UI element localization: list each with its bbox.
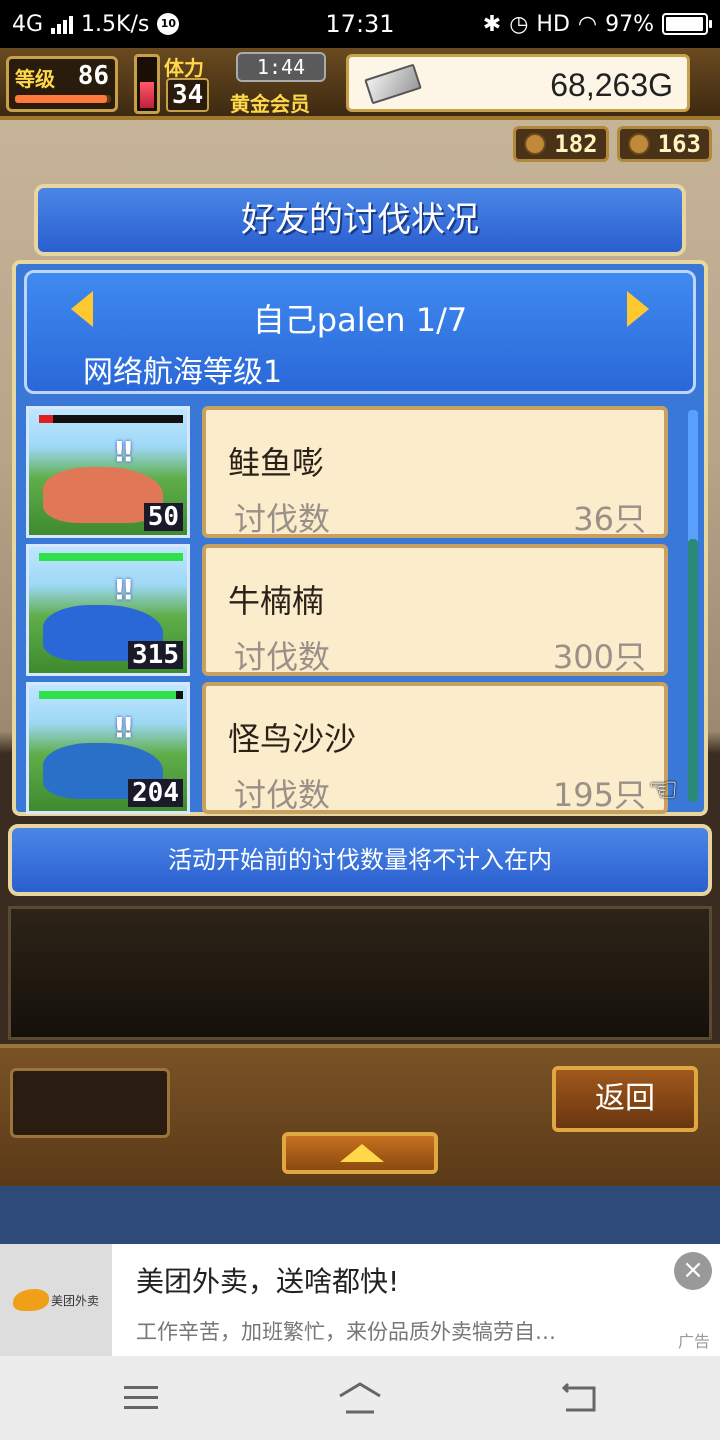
stamina-value: 34 xyxy=(166,78,210,112)
monster-hp-bar xyxy=(39,553,183,561)
back-button[interactable]: 返回 xyxy=(552,1066,698,1132)
membership-label: 黄金会员 xyxy=(230,92,310,116)
monster-hp-bar xyxy=(39,691,183,699)
friend-hunt-panel: 自己palen 1/7 网络航海等级1 ‼ 50 鲑鱼嘭 讨伐数 36只 ‼ 3… xyxy=(12,260,708,816)
wifi-icon: ◠ xyxy=(577,11,598,37)
battery-icon xyxy=(662,13,712,35)
monster-card[interactable]: 怪鸟沙沙 讨伐数 195只 xyxy=(202,682,668,814)
system-nav-bar xyxy=(0,1356,720,1440)
bottom-bar: 返回 xyxy=(0,1044,720,1186)
notification-badge: 10 xyxy=(157,13,180,35)
resource-2: 163 xyxy=(616,126,712,162)
hd-indicator: HD xyxy=(536,11,570,37)
info-note: 活动开始前的讨伐数量将不计入在内 xyxy=(8,824,712,896)
monster-level: 50 xyxy=(143,503,183,531)
resource-2-value: 163 xyxy=(657,130,701,158)
empty-message-area xyxy=(8,906,712,1040)
hunt-count-label: 讨伐数 xyxy=(234,776,331,814)
bluetooth-icon: ✱ xyxy=(482,11,502,37)
monster-name: 怪鸟沙沙 xyxy=(228,720,357,758)
network-rank: 网络航海等级1 xyxy=(83,355,283,390)
game-screen: 等级 86 体力 34 1:44 黄金会员 68,263G 182 163 好友… xyxy=(0,48,720,1186)
monster-thumbnail: ‼ 315 xyxy=(26,544,190,676)
stamina-label: 体力 xyxy=(164,56,204,80)
signal-icon xyxy=(51,14,74,34)
ad-description[interactable]: 工作辛苦，加班繁忙，来份品质外卖犒劳自… xyxy=(136,1316,616,1346)
network-type: 4G xyxy=(12,11,44,37)
monster-level: 204 xyxy=(128,779,183,807)
resource-row: 182 163 xyxy=(513,126,712,162)
battery-percent: 97% xyxy=(605,11,654,37)
ad-tag: 广告 xyxy=(677,1332,710,1351)
ad-brand: 美团外卖 xyxy=(50,1293,99,1308)
page-title: 好友的讨伐状况 xyxy=(34,184,686,256)
status-bar: 4G 1.5K/s 10 17:31 ✱ ◷ HD ◠ 97% xyxy=(0,0,720,48)
scrollbar-thumb[interactable] xyxy=(688,539,698,802)
top-hud: 等级 86 体力 34 1:44 黄金会员 68,263G xyxy=(0,48,720,120)
monster-thumbnail: ‼ 50 xyxy=(26,406,190,538)
player-level-box: 等级 86 xyxy=(6,56,118,112)
coin-icon xyxy=(524,133,547,155)
home-icon[interactable] xyxy=(336,1378,384,1418)
hunt-count: 195只 xyxy=(552,776,646,814)
ad-close-button[interactable]: × xyxy=(674,1252,712,1290)
kangaroo-icon xyxy=(12,1289,49,1311)
gold-value: 68,263G xyxy=(550,67,673,103)
empty-slot xyxy=(10,1068,170,1138)
alert-icon: ‼ xyxy=(115,435,133,468)
up-arrow-icon xyxy=(340,1144,384,1162)
silver-bar-icon xyxy=(364,63,422,105)
menu-icon[interactable] xyxy=(124,1384,158,1410)
monster-name: 牛楠楠 xyxy=(228,582,325,620)
stamina-gauge xyxy=(134,54,160,114)
friend-name: 自己palen 1/7 xyxy=(252,301,468,339)
resource-1-value: 182 xyxy=(554,130,598,158)
list-item[interactable]: ‼ 204 怪鸟沙沙 讨伐数 195只 xyxy=(26,682,676,814)
ad-logo[interactable]: 美团外卖 xyxy=(0,1244,112,1356)
level-label: 等级 xyxy=(15,67,55,91)
monster-level: 315 xyxy=(128,641,183,669)
blue-strip xyxy=(0,1186,720,1244)
network-speed: 1.5K/s xyxy=(81,11,150,37)
level-value: 86 xyxy=(77,61,109,91)
monster-name: 鲑鱼嘭 xyxy=(228,444,325,482)
next-friend-arrow-icon[interactable] xyxy=(627,291,649,327)
ad-banner[interactable]: 美团外卖 美团外卖，送啥都快! 工作辛苦，加班繁忙，来份品质外卖犒劳自… × 广… xyxy=(0,1244,720,1356)
hunt-count: 36只 xyxy=(573,500,646,538)
monster-card[interactable]: 鲑鱼嘭 讨伐数 36只 xyxy=(202,406,668,538)
resource-1: 182 xyxy=(513,126,609,162)
level-progress-bar xyxy=(15,95,111,103)
ad-title[interactable]: 美团外卖，送啥都快! xyxy=(136,1260,399,1300)
monster-hp-bar xyxy=(39,415,183,423)
hunt-count-label: 讨伐数 xyxy=(234,638,331,676)
list-item[interactable]: ‼ 315 牛楠楠 讨伐数 300只 xyxy=(26,544,676,676)
monster-card[interactable]: 牛楠楠 讨伐数 300只 xyxy=(202,544,668,676)
friend-header: 自己palen 1/7 网络航海等级1 xyxy=(24,270,696,394)
gold-display: 68,263G xyxy=(346,54,690,112)
alert-icon: ‼ xyxy=(115,573,133,606)
list-scrollbar[interactable] xyxy=(688,410,698,802)
list-item[interactable]: ‼ 50 鲑鱼嘭 讨伐数 36只 xyxy=(26,406,676,538)
pointing-hand-icon: ☜ xyxy=(648,770,679,810)
alert-icon: ‼ xyxy=(115,711,133,744)
monster-thumbnail: ‼ 204 xyxy=(26,682,190,814)
back-icon[interactable] xyxy=(560,1380,598,1414)
medal-icon xyxy=(627,133,650,155)
hunt-count: 300只 xyxy=(552,638,646,676)
scroll-up-button[interactable] xyxy=(282,1132,438,1174)
hunt-count-label: 讨伐数 xyxy=(234,500,331,538)
monster-list[interactable]: ‼ 50 鲑鱼嘭 讨伐数 36只 ‼ 315 牛楠楠 讨伐数 300只 ‼ 20… xyxy=(26,406,698,814)
alarm-icon: ◷ xyxy=(509,11,529,37)
stamina-timer: 1:44 xyxy=(236,52,326,82)
